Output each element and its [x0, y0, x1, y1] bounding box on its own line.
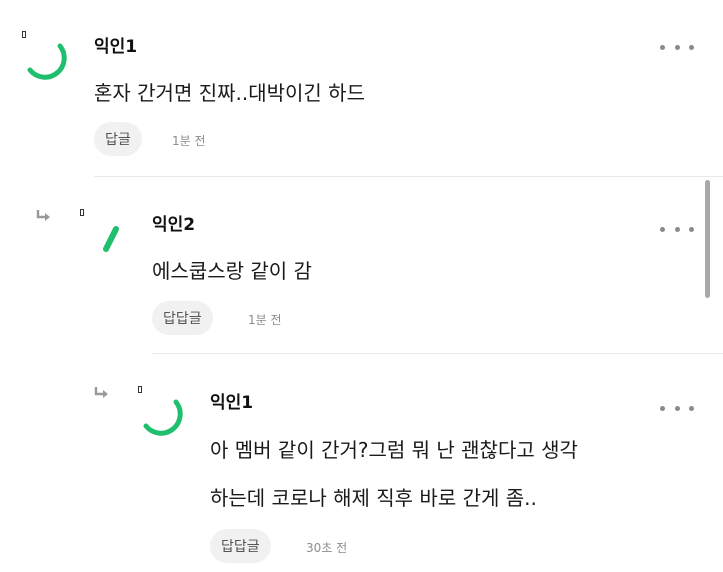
- reply-button[interactable]: 답글: [94, 122, 142, 156]
- comment-author[interactable]: 익인1: [94, 32, 137, 57]
- more-options-icon[interactable]: [660, 222, 694, 236]
- comment-author[interactable]: 익인2: [152, 210, 195, 235]
- comment-text-line-2: 하는데 코로나 해제 직후 바로 간게 좀..: [210, 486, 537, 510]
- avatar-icon[interactable]: [140, 392, 184, 436]
- reply-button[interactable]: 답답글: [152, 301, 213, 335]
- comment-timestamp: 1분 전: [248, 313, 282, 327]
- comment-1: 익인1 혼자 간거면 진짜..대박이긴 하드 답글 1분 전: [0, 0, 723, 176]
- comment-text: 혼자 간거면 진짜..대박이긴 하드: [94, 81, 365, 105]
- reply-arrow-icon: [36, 210, 50, 221]
- comment-text-line-1: 아 멤버 같이 간거?그럼 뭐 난 괜찮다고 생각: [210, 438, 578, 462]
- more-options-icon[interactable]: [660, 40, 694, 54]
- avatar-icon[interactable]: [24, 36, 68, 80]
- comment-timestamp: 1분 전: [172, 134, 206, 148]
- avatar-icon[interactable]: [90, 217, 134, 261]
- comment-timestamp: 30초 전: [306, 541, 348, 555]
- comment-text: 에스쿱스랑 같이 감: [152, 259, 312, 283]
- comment-author[interactable]: 익인1: [210, 388, 253, 413]
- scrollbar[interactable]: [705, 180, 710, 298]
- comment-2: 익인2 에스쿱스랑 같이 감 답답글 1분 전: [0, 177, 723, 353]
- reply-button[interactable]: 답답글: [210, 529, 271, 563]
- more-options-icon[interactable]: [660, 401, 694, 415]
- comment-3: 익인1 아 멤버 같이 간거?그럼 뭐 난 괜찮다고 생각 하는데 코로나 해제…: [0, 354, 723, 572]
- reply-arrow-icon: [94, 387, 108, 398]
- avatar-badge: [80, 209, 84, 216]
